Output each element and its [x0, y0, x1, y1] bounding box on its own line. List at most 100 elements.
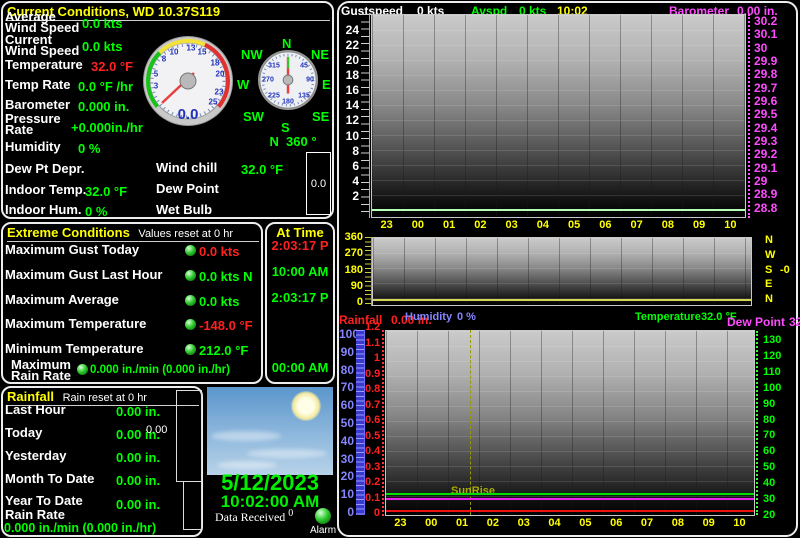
max-gust-hour-led [185, 270, 196, 281]
rainfall-axis-ruler [382, 330, 384, 516]
dewpoint-legend-value: 32.0°F [789, 315, 800, 329]
axis-tick: 29 [754, 174, 768, 189]
axis-tick: 24 [345, 23, 359, 37]
axis-tick: 29.8 [754, 67, 778, 82]
axis-tick: 1 [373, 352, 380, 364]
rain-rate-value: 0.000 in./min (0.000 in./hr) [4, 521, 157, 535]
hour-tick: 08 [661, 219, 674, 231]
axis-tick: 20 [340, 469, 354, 484]
hour-tick: 09 [693, 219, 706, 231]
compass-dir-sw: SW [243, 109, 264, 124]
axis-tick: 120 [763, 349, 782, 362]
cur-wind-value: 0.0 kts [82, 39, 123, 54]
dewpoint-legend-label: Dew Point [727, 315, 786, 329]
axis-tick: 60 [763, 445, 776, 458]
compass-degree-number: 180 [282, 98, 294, 106]
axis-tick: 2 [352, 188, 359, 203]
data-received: Data Received 0 [215, 508, 293, 525]
cloud-shape [247, 449, 327, 458]
axis-tick: 1.2 [365, 321, 381, 333]
max-temperature-label: Maximum Temperature [5, 316, 147, 331]
winddir-chart-plot[interactable] [372, 237, 752, 306]
indoor-temp-label: Indoor Temp. [5, 182, 87, 197]
axis-tick: 0 [373, 507, 380, 519]
axis-tick: 6 [352, 158, 359, 173]
sunrise-annotation: SunRise [451, 485, 496, 497]
cloud-shape [211, 431, 281, 441]
axis-tick: 29.1 [754, 160, 778, 175]
axis-tick: 29.7 [754, 80, 778, 95]
axis-tick: 4 [352, 173, 359, 188]
at-time-value-2: 10:00 AM [271, 264, 329, 279]
axis-tick: 90 [763, 397, 776, 410]
compass-degree-number: 270 [262, 76, 274, 84]
hour-tick: 00 [425, 517, 438, 529]
extreme-title-text: Extreme Conditions [7, 225, 130, 240]
sky-image[interactable] [207, 387, 333, 475]
axis-tick: 16 [345, 83, 359, 98]
wet-bulb-label: Wet Bulb [156, 202, 213, 217]
gauge-scale-number: 20 [215, 69, 225, 79]
gauge-scale-number: 18 [210, 58, 220, 68]
dew-pt-depr-label: Dew Pt Depr. [5, 161, 85, 176]
at-time-value-1: 2:03:17 P [271, 238, 329, 253]
max-temperature-led [185, 319, 196, 330]
pressure-rate-value: +0.000in./hr [71, 120, 143, 135]
temperature-series-line [386, 493, 754, 495]
axis-tick: 1.1 [365, 336, 381, 349]
hour-tick: 05 [579, 517, 592, 529]
alarm-led[interactable] [315, 508, 331, 524]
axis-tick: 90 [350, 279, 363, 292]
barometer-y-axis: 30.2 30.1 30 29.9 29.8 29.7 29.6 29.5 29.4 29.3 29… [754, 15, 794, 215]
rain-temp-chart-plot[interactable] [385, 330, 755, 516]
weather-display-app: Current Conditions, WD 10.37S119 Average… [0, 0, 800, 538]
humidity-legend-label: Humidity [405, 311, 453, 323]
axis-tick: 90 [340, 344, 354, 359]
winddir-current-value: -0 [780, 264, 790, 276]
wind-speed-gauge-value: 0.0 [178, 106, 199, 123]
humidity-value: 0 % [78, 141, 101, 156]
axis-tick: 0.2 [365, 476, 381, 488]
wind-speed-gauge[interactable]: 0.0 3 5 8 10 13 15 18 20 23 25 [142, 35, 234, 127]
axis-tick: 270 [344, 247, 363, 260]
axis-tick: 10 [340, 487, 354, 502]
rainfall-y-axis: 1.2 1.1 1 0.9 0.8 0.7 0.6 0.5 0.4 0.3 0.2 0.1 0 [365, 322, 380, 519]
wind-chart-plot[interactable] [371, 14, 746, 218]
gauge-scale-number: 3 [153, 81, 159, 91]
at-time-value-3: 2:03:17 P [271, 290, 329, 305]
gauge-scale-number: 8 [161, 54, 167, 64]
wind-bar-gauge: 0.0 [306, 152, 331, 215]
axis-tick: 29.9 [754, 54, 778, 69]
rain-last-hour-value: 0.00 in. [116, 404, 161, 419]
at-time-value-4: 00:00 AM [271, 360, 329, 375]
axis-tick: 180 [344, 263, 363, 276]
axis-tick: 28.8 [754, 200, 778, 215]
dew-point-label: Dew Point [156, 181, 219, 196]
wind-direction-compass[interactable]: 45 90 135 180 225 270 315 [257, 49, 319, 111]
hour-tick: 02 [486, 517, 500, 529]
axis-tick: 0.3 [365, 460, 381, 473]
at-time-panel: At Time 2:03:17 P 10:00 AM 2:03:17 P 00:… [265, 222, 335, 384]
rain-month-value: 0.00 in. [116, 473, 161, 488]
rain-gauge-tube [176, 390, 202, 482]
axis-tick: 100 [339, 327, 360, 341]
hour-tick: 03 [505, 219, 518, 231]
alarm-label: Alarm [309, 525, 337, 536]
axis-tick: 0.7 [365, 398, 381, 411]
rain-temp-chart-x-axis: 23 00 01 02 03 04 05 06 07 08 09 10 [385, 517, 755, 529]
rainfall-series-line [386, 510, 754, 512]
axis-tick: 70 [340, 380, 354, 395]
axis-tick: 29.4 [754, 120, 778, 135]
gauge-scale-number: 10 [169, 47, 179, 57]
humidity-axis-ruler [356, 330, 365, 515]
wind-bar-value: 0.0 [310, 177, 327, 190]
hour-tick: 10 [724, 219, 737, 231]
humidity-y-axis: 100 90 80 70 60 50 40 30 20 10 0 [339, 327, 360, 518]
rain-last-hour-label: Last Hour [5, 402, 66, 417]
min-temperature-led [185, 344, 196, 355]
winddir-y-axis: 360 270 180 90 0 [339, 232, 363, 308]
compass-degree-number: 315 [268, 62, 280, 70]
rain-gauge-value: 0.00 [146, 424, 168, 436]
winddir-right-axis: NWSEN [765, 235, 779, 305]
dewpoint-series-line [386, 498, 754, 500]
